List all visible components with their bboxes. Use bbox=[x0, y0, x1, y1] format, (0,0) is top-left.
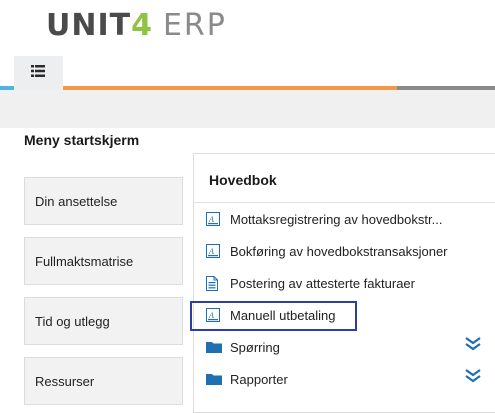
list-icon bbox=[31, 65, 45, 77]
svg-text:A: A bbox=[208, 311, 214, 320]
menu-item-label: Postering av attesterte fakturaer bbox=[230, 276, 415, 291]
logo-brand: UNIT bbox=[46, 8, 132, 43]
folder-icon bbox=[206, 374, 222, 385]
logo-four: 4 bbox=[131, 8, 153, 43]
main-panel: Meny startskjerm Din ansettelse Fullmakt… bbox=[0, 90, 495, 413]
sidebar-item-ressurser[interactable]: Ressurser bbox=[24, 357, 183, 405]
form-icon: A bbox=[206, 212, 220, 226]
menu-item-label: Bokføring av hovedbokstransaksjoner bbox=[230, 244, 448, 259]
menu-item-label: Manuell utbetaling bbox=[230, 308, 336, 323]
sidebar-item-label: Tid og utlegg bbox=[35, 314, 110, 329]
svg-text:A: A bbox=[208, 247, 214, 256]
sidebar-item-din-ansettelse[interactable]: Din ansettelse bbox=[24, 177, 183, 225]
menu-folder-rapporter[interactable]: Rapporter bbox=[194, 368, 494, 392]
card-title: Hovedbok bbox=[209, 172, 277, 188]
form-icon: A bbox=[206, 244, 220, 258]
menu-item-postering[interactable]: Postering av attesterte fakturaer bbox=[194, 272, 494, 296]
menu-folder-sporring[interactable]: Spørring bbox=[194, 336, 494, 360]
form-icon: A bbox=[206, 308, 220, 322]
app-header: UNIT4 ERP bbox=[0, 0, 495, 56]
folder-icon bbox=[206, 342, 222, 353]
menu-folder-label: Spørring bbox=[230, 340, 280, 355]
toolbar-bar bbox=[0, 90, 495, 128]
menu-item-manuell-utbetaling[interactable]: A Manuell utbetaling bbox=[194, 304, 494, 328]
double-chevron-down-icon[interactable] bbox=[464, 336, 482, 352]
document-icon bbox=[206, 276, 218, 291]
menu-item-bokforing[interactable]: A Bokføring av hovedbokstransaksjoner bbox=[194, 240, 494, 264]
sidebar-item-label: Ressurser bbox=[35, 374, 95, 389]
double-chevron-down-icon[interactable] bbox=[464, 368, 482, 384]
menu-item-label: Mottaksregistrering av hovedbokstr... bbox=[230, 212, 443, 227]
menu-item-mottaksregistrering[interactable]: A Mottaksregistrering av hovedbokstr... bbox=[194, 208, 494, 232]
card-divider bbox=[194, 202, 495, 203]
hovedbok-card: Hovedbok A Mottaksregistrering av hovedb… bbox=[193, 153, 495, 413]
menu-folder-label: Rapporter bbox=[230, 372, 288, 387]
sidebar-item-tid-og-utlegg[interactable]: Tid og utlegg bbox=[24, 297, 183, 345]
sidebar-item-label: Din ansettelse bbox=[35, 194, 118, 209]
tab-strip bbox=[0, 56, 495, 90]
unit4-erp-logo[interactable]: UNIT4 ERP bbox=[46, 8, 227, 44]
page-title: Meny startskjerm bbox=[24, 132, 140, 148]
sidebar-item-label: Fullmaktsmatrise bbox=[35, 254, 134, 269]
menu-tab[interactable] bbox=[14, 56, 63, 90]
logo-product: ERP bbox=[162, 8, 227, 43]
svg-text:A: A bbox=[208, 215, 214, 224]
sidebar-item-fullmaktsmatrise[interactable]: Fullmaktsmatrise bbox=[24, 237, 183, 285]
